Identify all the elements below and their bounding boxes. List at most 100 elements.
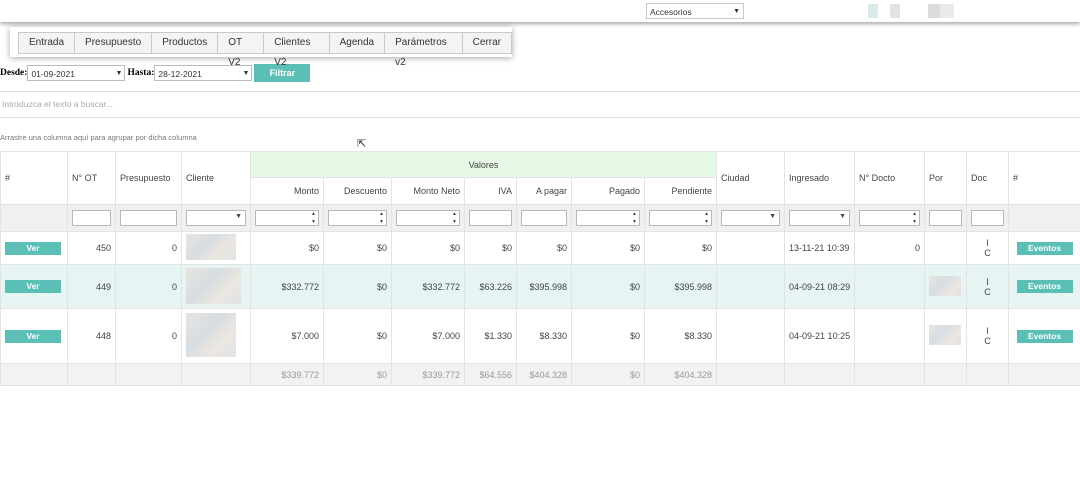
descuento-cell: $0	[323, 231, 392, 265]
eventos-button[interactable]: Eventos	[1016, 241, 1073, 255]
filter-cell-cliente: ▼	[181, 204, 251, 232]
descuento-filter-spinner[interactable]: ▲ ▼	[328, 210, 387, 226]
a-pagar-cell: $8.330	[516, 308, 572, 364]
menu-item-productos[interactable]: Productos	[152, 33, 219, 53]
total-a-pagar: $404.328	[516, 363, 572, 386]
filter-cell-empty-2	[1008, 204, 1080, 232]
ot-filter-input[interactable]	[72, 210, 111, 226]
totals-row: $339.772 $0 $339.772 $64.556 $404.328 $0…	[0, 363, 1080, 386]
col-header-monto-neto[interactable]: Monto Neto	[391, 177, 465, 205]
search-input[interactable]: Introduzca el texto a buscar...	[0, 91, 1080, 118]
filter-cell-ingresado: ▼	[784, 204, 856, 232]
col-header-a-pagar[interactable]: A pagar	[516, 177, 572, 205]
col-header-n-docto[interactable]: N° Docto	[854, 151, 926, 205]
totals-empty	[966, 363, 1010, 386]
spinner-arrows-icon: ▲ ▼	[632, 211, 637, 225]
n-docto-filter-spinner[interactable]: ▲ ▼	[859, 210, 921, 226]
col-header-cliente[interactable]: Cliente	[181, 151, 251, 205]
pendiente-filter-spinner[interactable]: ▲ ▼	[649, 210, 713, 226]
category-select[interactable]: Accesorios ▼	[646, 3, 744, 19]
totals-empty	[716, 363, 786, 386]
col-header-iva[interactable]: IVA	[464, 177, 517, 205]
col-header-ingresado[interactable]: Ingresado	[784, 151, 856, 205]
presupuesto-filter-input[interactable]	[120, 210, 177, 226]
filter-cell-ot	[67, 204, 116, 232]
eventos-button[interactable]: Eventos	[1016, 329, 1073, 343]
group-by-hint: Arrastre una columna aquí para agrupar p…	[0, 133, 197, 142]
monto-neto-filter-spinner[interactable]: ▲ ▼	[396, 210, 460, 226]
pendiente-cell: $395.998	[643, 264, 718, 309]
monto-filter-spinner[interactable]: ▲ ▼	[255, 210, 319, 226]
col-header-descuento[interactable]: Descuento	[323, 177, 392, 205]
menu-item-parametros-v2[interactable]: Parámetros v2	[385, 33, 463, 68]
doc-links[interactable]: I C	[966, 264, 1010, 309]
ver-button[interactable]: Ver	[5, 329, 61, 343]
pagado-cell: $0	[571, 231, 645, 265]
menu-item-entrada[interactable]: Entrada	[19, 33, 76, 53]
col-header-por[interactable]: Por	[924, 151, 968, 205]
ver-cell: Ver	[0, 308, 68, 364]
menu-item-ot-v2[interactable]: OT V2	[218, 33, 265, 68]
ot-grid: # N° OT Presupuesto Cliente Valores Ciud…	[0, 151, 1080, 386]
spinner-arrows-icon: ▲ ▼	[704, 211, 710, 225]
desde-date-input[interactable]: 01-09-2021 ▼	[27, 65, 126, 81]
monto-neto-cell: $332.772	[391, 264, 465, 309]
ingresado-filter-select[interactable]: ▼	[789, 210, 851, 226]
a-pagar-filter-input[interactable]	[521, 210, 567, 226]
col-header-pendiente[interactable]: Pendiente	[643, 177, 718, 205]
mouse-cursor-icon: ⇱	[357, 138, 367, 150]
total-monto: $339.772	[250, 363, 324, 386]
col-header-hash-2[interactable]: #	[1008, 151, 1080, 205]
cliente-filter-select[interactable]: ▼	[186, 210, 246, 226]
ver-button[interactable]: Ver	[5, 241, 61, 255]
ingresado-cell: 04-09-21 10:25	[784, 308, 856, 364]
col-header-hash[interactable]: #	[0, 151, 68, 205]
ingresado-cell: 13-11-21 10:39	[784, 231, 856, 265]
monto-cell: $332.772	[250, 264, 324, 309]
menu-item-agenda[interactable]: Agenda	[329, 33, 386, 53]
col-header-pagado[interactable]: Pagado	[571, 177, 645, 205]
por-cell	[924, 308, 968, 364]
pagado-filter-spinner[interactable]: ▲ ▼	[576, 210, 640, 226]
user-info-blurred	[868, 4, 958, 18]
spinner-arrows-icon: ▲ ▼	[379, 211, 384, 225]
iva-filter-input[interactable]	[469, 210, 512, 226]
table-row: Ver 449 0 $332.772 $0 $332.772 $63.226 $…	[0, 264, 1080, 309]
pendiente-cell: $8.330	[643, 308, 718, 364]
chevron-down-icon: ▼	[733, 8, 740, 15]
ciudad-cell	[716, 264, 786, 309]
filter-cell-a-pagar	[516, 204, 572, 232]
col-header-ciudad[interactable]: Ciudad	[716, 151, 786, 205]
total-pendiente: $404.328	[643, 363, 718, 386]
hasta-date-value: 28-12-2021	[158, 69, 202, 79]
doc-links[interactable]: I C	[966, 231, 1010, 265]
cliente-blurred	[186, 234, 236, 260]
col-header-ot[interactable]: N° OT	[67, 151, 116, 205]
cliente-cell	[181, 264, 251, 309]
menu-item-clientes-v2[interactable]: Clientes V2	[264, 33, 330, 68]
doc-filter-input[interactable]	[971, 210, 1005, 226]
ciudad-filter-select[interactable]: ▼	[721, 210, 781, 226]
filter-cell-monto-neto: ▲ ▼	[391, 204, 465, 232]
col-group-valores: Valores	[249, 151, 718, 178]
por-filter-input[interactable]	[929, 210, 963, 226]
filter-cell-monto: ▲ ▼	[250, 204, 324, 232]
ver-button[interactable]: Ver	[5, 280, 61, 293]
filter-cell-descuento: ▲ ▼	[323, 204, 392, 232]
eventos-button[interactable]: Eventos	[1016, 280, 1073, 293]
ver-cell: Ver	[0, 264, 68, 309]
iva-cell: $0	[464, 231, 517, 265]
cliente-blurred	[186, 313, 236, 357]
date-filter-row: Desde: 01-09-2021 ▼ Hasta: 28-12-2021 ▼ …	[0, 64, 311, 82]
filter-row: ▼ ▲ ▼ ▲ ▼ ▲ ▼ ▲ ▼ ▲ ▼ ▼ ▼ ▲ ▼	[0, 204, 1080, 232]
col-header-monto[interactable]: Monto	[250, 177, 324, 205]
col-header-presupuesto[interactable]: Presupuesto	[115, 151, 182, 205]
menu-item-presupuesto[interactable]: Presupuesto	[75, 33, 153, 53]
totals-empty	[0, 363, 68, 386]
doc-links[interactable]: I C	[966, 308, 1010, 364]
cliente-blurred	[186, 267, 241, 304]
desde-date-value: 01-09-2021	[31, 69, 75, 79]
table-row: Ver 448 0 $7.000 $0 $7.000 $1.330 $8.330…	[0, 308, 1080, 364]
col-header-doc[interactable]: Doc	[966, 151, 1010, 205]
menu-item-cerrar[interactable]: Cerrar	[462, 33, 511, 53]
